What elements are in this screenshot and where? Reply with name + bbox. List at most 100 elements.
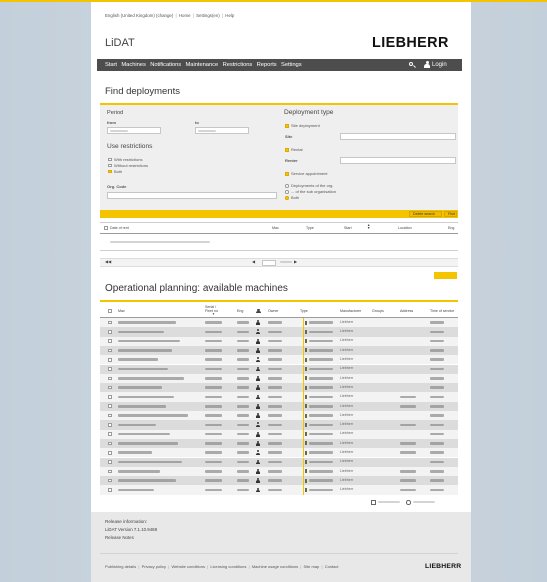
row-checkbox[interactable] <box>108 367 112 371</box>
table-row[interactable]: Liebherr <box>100 429 458 439</box>
col-type[interactable]: Type <box>306 226 314 231</box>
table-row[interactable]: Liebherr <box>100 336 458 346</box>
footer-link-website[interactable]: Website conditions <box>166 565 205 569</box>
both-restrictions-checkbox[interactable] <box>108 169 112 174</box>
nav-restrictions[interactable]: Restrictions <box>223 62 253 68</box>
table-row[interactable]: Liebherr <box>100 476 458 486</box>
col-owner[interactable]: Owner <box>268 309 279 314</box>
next-page-icon[interactable]: ▶ <box>294 260 297 264</box>
release-notes-link[interactable]: Release Notes <box>105 535 134 540</box>
scope-org-radio[interactable] <box>285 184 289 188</box>
col-start[interactable]: Start <box>344 226 352 231</box>
col-groups[interactable]: Groups <box>372 309 384 314</box>
table-row[interactable]: Liebherr <box>100 392 458 402</box>
col-mac[interactable]: Mac <box>272 226 279 231</box>
rental-checkbox[interactable] <box>285 148 289 152</box>
table-row[interactable]: Liebherr <box>100 466 458 477</box>
footer-link-privacy[interactable]: Privacy policy <box>136 565 166 569</box>
table-row[interactable]: Liebherr <box>100 383 458 393</box>
col-machine-eng[interactable]: Eng <box>237 309 243 314</box>
with-restrictions-checkbox[interactable] <box>108 157 112 162</box>
nav-settings[interactable]: Settings <box>281 62 302 68</box>
col-machine-type[interactable]: Type <box>300 309 308 314</box>
table-row[interactable]: Liebherr <box>100 364 458 374</box>
nav-notifications[interactable]: Notifications <box>150 62 181 68</box>
footer-link-contact[interactable]: Contact <box>319 565 339 569</box>
nav-reports[interactable]: Reports <box>257 62 277 68</box>
row-checkbox[interactable] <box>108 376 112 381</box>
machines-select-all-checkbox[interactable] <box>108 309 112 313</box>
table-row[interactable]: Liebherr <box>100 457 458 467</box>
first-page-icon[interactable]: ◀◀ <box>105 260 111 264</box>
table-row[interactable]: Liebherr <box>100 318 458 328</box>
footer-link-sitemap[interactable]: Site map <box>298 565 320 569</box>
table-row[interactable]: Liebherr <box>100 401 458 411</box>
period-to-input[interactable] <box>195 127 249 134</box>
table-row[interactable]: Liebherr <box>100 345 458 356</box>
table-row[interactable]: Liebherr <box>100 373 458 384</box>
org-code-input[interactable] <box>107 192 277 199</box>
site-input[interactable] <box>340 133 456 140</box>
deployments-export-button[interactable] <box>434 272 457 279</box>
table-row[interactable]: Liebherr <box>100 327 458 337</box>
row-checkbox[interactable] <box>108 413 112 418</box>
table-row[interactable]: Liebherr <box>100 355 458 365</box>
help-link[interactable]: Help <box>220 13 234 18</box>
period-from-input[interactable] <box>107 127 161 134</box>
row-checkbox[interactable] <box>108 320 112 325</box>
find-button[interactable]: Find <box>444 211 457 217</box>
row-checkbox[interactable] <box>108 385 112 390</box>
nav-maintenance[interactable]: Maintenance <box>186 62 219 68</box>
login-link[interactable]: Login <box>432 62 447 68</box>
row-checkbox[interactable] <box>108 395 112 399</box>
page-number-input[interactable] <box>262 259 276 266</box>
row-checkbox[interactable] <box>108 441 112 446</box>
service-appointment-checkbox[interactable] <box>285 172 289 176</box>
col-serial-fleet[interactable]: Serial / Fleet no <box>205 305 225 313</box>
scope-both-radio[interactable] <box>285 196 289 200</box>
user-icon[interactable] <box>424 61 430 69</box>
liebherr-logo[interactable]: LIEBHERR <box>372 35 449 51</box>
footer-link-machine-usage[interactable]: Machine usage conditions <box>246 565 298 569</box>
deployments-select-all-checkbox[interactable] <box>104 226 108 230</box>
footer-link-publishing[interactable]: Publishing details <box>105 565 136 569</box>
row-checkbox[interactable] <box>108 469 112 474</box>
footer-link-licensing[interactable]: Licensing conditions <box>205 565 246 569</box>
table-row[interactable]: Liebherr <box>100 448 458 458</box>
row-checkbox[interactable] <box>108 357 112 362</box>
col-date-of-rent[interactable]: Date of rent <box>110 226 129 231</box>
language-link[interactable]: English (United Kingdom) (change) <box>105 13 173 18</box>
row-checkbox[interactable] <box>108 488 112 492</box>
renter-input[interactable] <box>340 157 456 164</box>
without-restrictions-checkbox[interactable] <box>108 163 112 168</box>
table-row[interactable]: Liebherr <box>100 420 458 430</box>
row-checkbox[interactable] <box>108 432 112 436</box>
sort-down-icon[interactable]: ▼ <box>212 313 215 316</box>
status-orders-icon[interactable] <box>371 500 376 505</box>
col-manufacturer[interactable]: Manufacturer <box>340 309 361 314</box>
col-address[interactable]: Address <box>400 309 413 314</box>
row-checkbox[interactable] <box>108 478 112 483</box>
row-checkbox[interactable] <box>108 450 112 455</box>
col-time-of-service[interactable]: Time of service <box>430 309 454 314</box>
table-row[interactable]: Liebherr <box>100 411 458 421</box>
row-checkbox[interactable] <box>108 404 112 409</box>
col-machine[interactable]: Mac <box>118 309 125 314</box>
col-location[interactable]: Location <box>398 226 412 231</box>
col-eng[interactable]: Eng <box>448 226 454 231</box>
sort-arrows-icon[interactable]: ▲ ▼ <box>367 223 370 230</box>
row-checkbox[interactable] <box>108 330 112 334</box>
table-row[interactable]: Liebherr <box>100 485 458 495</box>
row-checkbox[interactable] <box>108 423 112 427</box>
prev-page-icon[interactable]: ◀ <box>252 260 255 264</box>
home-link[interactable]: Home <box>173 13 191 18</box>
table-row[interactable]: Liebherr <box>100 438 458 449</box>
nav-start[interactable]: Start <box>105 62 117 68</box>
row-checkbox[interactable] <box>108 348 112 353</box>
site-deployment-checkbox[interactable] <box>285 124 289 128</box>
nav-machines[interactable]: Machines <box>121 62 145 68</box>
delete-search-button[interactable]: Delete search <box>409 211 442 217</box>
row-checkbox[interactable] <box>108 460 112 464</box>
scope-sub-org-radio[interactable] <box>285 190 289 194</box>
settings-link[interactable]: Settings(en) <box>191 13 220 18</box>
